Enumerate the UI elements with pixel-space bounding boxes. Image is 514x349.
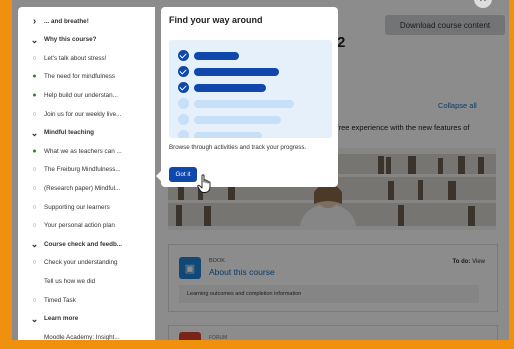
check-circle-icon [178, 82, 189, 93]
sidebar-item[interactable]: ○ Timed Task [18, 291, 143, 309]
sidebar-item-label: (Research paper) Mindful... [44, 184, 121, 192]
sidebar-item-label: Supporting our learners [44, 203, 110, 211]
sidebar-item-label: Timed Task [44, 296, 76, 304]
completed-dot-icon: ● [32, 91, 37, 99]
sidebar-item-label: Mindful teaching [44, 129, 95, 137]
sidebar-item-label: Moodle Academy: Insight... [44, 333, 120, 340]
hand-pointer-icon [197, 174, 211, 193]
sidebar-item-label: The Freiburg Mindfulness... [44, 166, 121, 174]
sidebar-item[interactable]: ○ Check your understanding [18, 254, 143, 272]
sidebar-item-label: The need for mindfulness [44, 73, 116, 81]
sidebar-item[interactable]: Tell us how we did [18, 272, 143, 290]
sidebar-item-label: Join us for our weekly live... [44, 110, 122, 118]
incomplete-circle-icon: ○ [32, 54, 37, 62]
incomplete-circle-icon: ○ [32, 184, 37, 192]
completed-dot-icon: ● [32, 147, 37, 155]
sidebar-item-label: Learn more [44, 315, 79, 323]
sidebar-item[interactable]: ● The need for mindfulness [18, 68, 143, 86]
sidebar-item-label: Let's talk about stress! [44, 54, 107, 62]
sidebar-item[interactable]: ● Help build our understan... [18, 86, 143, 104]
sidebar-item-label: Your personal action plan [44, 222, 115, 230]
sidebar-item[interactable]: ○ Join us for our weekly live... [18, 105, 143, 123]
sidebar-item-label: Check your understanding [44, 259, 118, 267]
check-circle-icon [178, 50, 189, 61]
tour-popover: Find your way around Browse through acti… [161, 7, 338, 187]
sidebar-item-label: Tell us how we did [44, 277, 96, 285]
sidebar-item[interactable]: ○ Let's talk about stress! [18, 49, 143, 67]
sidebar-item-label: Why this course? [44, 36, 97, 44]
sidebar-item[interactable]: ● What we as teachers can ... [18, 142, 143, 160]
course-index-drawer: › ... and breathe! ⌄ Why this course? ○ Let's… [18, 7, 155, 340]
tour-illustration [169, 40, 332, 138]
incomplete-circle-icon: ○ [32, 110, 37, 118]
completed-dot-icon: ● [32, 73, 37, 81]
sidebar-item[interactable]: ○ The Freiburg Mindfulness... [18, 161, 143, 179]
incomplete-circle-icon: ○ [32, 222, 37, 230]
illustration-bar [194, 51, 239, 60]
incomplete-circle-icon: ○ [32, 259, 37, 267]
incomplete-circle-icon: ○ [32, 296, 37, 304]
tour-body: Browse through activities and track your… [169, 144, 307, 151]
illustration-bar [194, 115, 281, 124]
sidebar-item[interactable]: ○ Your personal action plan [18, 217, 143, 235]
check-circle-icon [178, 66, 189, 77]
sidebar-item[interactable]: Moodle Academy: Insight... [18, 328, 143, 340]
got-it-button[interactable]: Got it [169, 167, 197, 182]
illustration-bar [194, 67, 279, 76]
empty-circle-icon [178, 114, 189, 125]
sidebar-item-label: Help build our understan... [44, 91, 118, 99]
chevron-down-icon: ⌄ [30, 127, 39, 138]
sidebar-section[interactable]: ⌄ Course check and feedb... [18, 235, 143, 253]
incomplete-circle-icon: ○ [32, 166, 37, 174]
sidebar-item-label: What we as teachers can ... [44, 147, 122, 155]
empty-circle-icon [178, 130, 189, 138]
sidebar-section[interactable]: › ... and breathe! [18, 12, 143, 30]
incomplete-circle-icon: ○ [32, 203, 37, 211]
sidebar-item-label: Course check and feedb... [44, 240, 123, 248]
illustration-bar [194, 83, 266, 92]
chevron-right-icon: › [32, 15, 37, 27]
illustration-bar [194, 99, 294, 108]
empty-circle-icon [178, 98, 189, 109]
sidebar-section[interactable]: ⌄ Why this course? [18, 31, 143, 49]
sidebar-section[interactable]: ⌄ Learn more [18, 310, 143, 328]
sidebar-item[interactable]: ○ Supporting our learners [18, 198, 143, 216]
tour-title: Find your way around [169, 15, 263, 25]
chevron-down-icon: ⌄ [30, 34, 39, 45]
sidebar-section[interactable]: ⌄ Mindful teaching [18, 124, 143, 142]
illustration-bar [194, 131, 262, 138]
sidebar-item-label: ... and breathe! [44, 17, 89, 25]
chevron-down-icon: ⌄ [30, 239, 39, 250]
chevron-down-icon: ⌄ [30, 313, 39, 324]
sidebar-item[interactable]: ○ (Research paper) Mindful... [18, 179, 143, 197]
